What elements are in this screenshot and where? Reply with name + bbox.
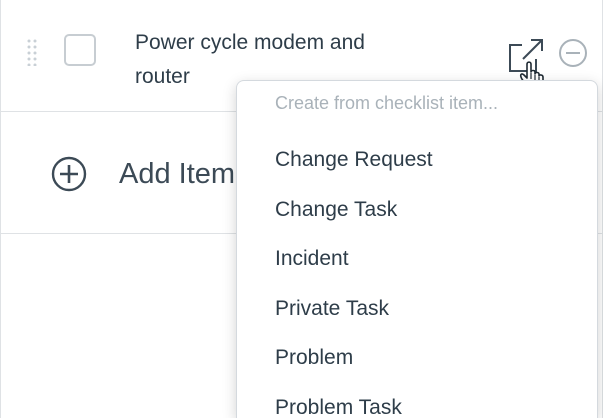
menu-header: Create from checklist item...: [275, 93, 499, 113]
menu-item-problem-task[interactable]: Problem Task: [237, 383, 597, 418]
create-from-item-menu: Create from checklist item... Change Req…: [236, 80, 598, 418]
add-item-label[interactable]: Add Item: [119, 156, 235, 192]
menu-item-change-request[interactable]: Change Request: [237, 135, 597, 185]
remove-circle-icon[interactable]: [558, 38, 588, 68]
menu-list: Change Request Change Task Incident Priv…: [237, 135, 597, 418]
item-checkbox[interactable]: [64, 34, 96, 66]
menu-item-problem[interactable]: Problem: [237, 333, 597, 383]
menu-item-private-task[interactable]: Private Task: [237, 284, 597, 334]
drag-handle-icon[interactable]: [26, 38, 38, 66]
menu-item-change-task[interactable]: Change Task: [237, 185, 597, 235]
add-circle-icon[interactable]: [51, 156, 87, 192]
menu-item-incident[interactable]: Incident: [237, 234, 597, 284]
